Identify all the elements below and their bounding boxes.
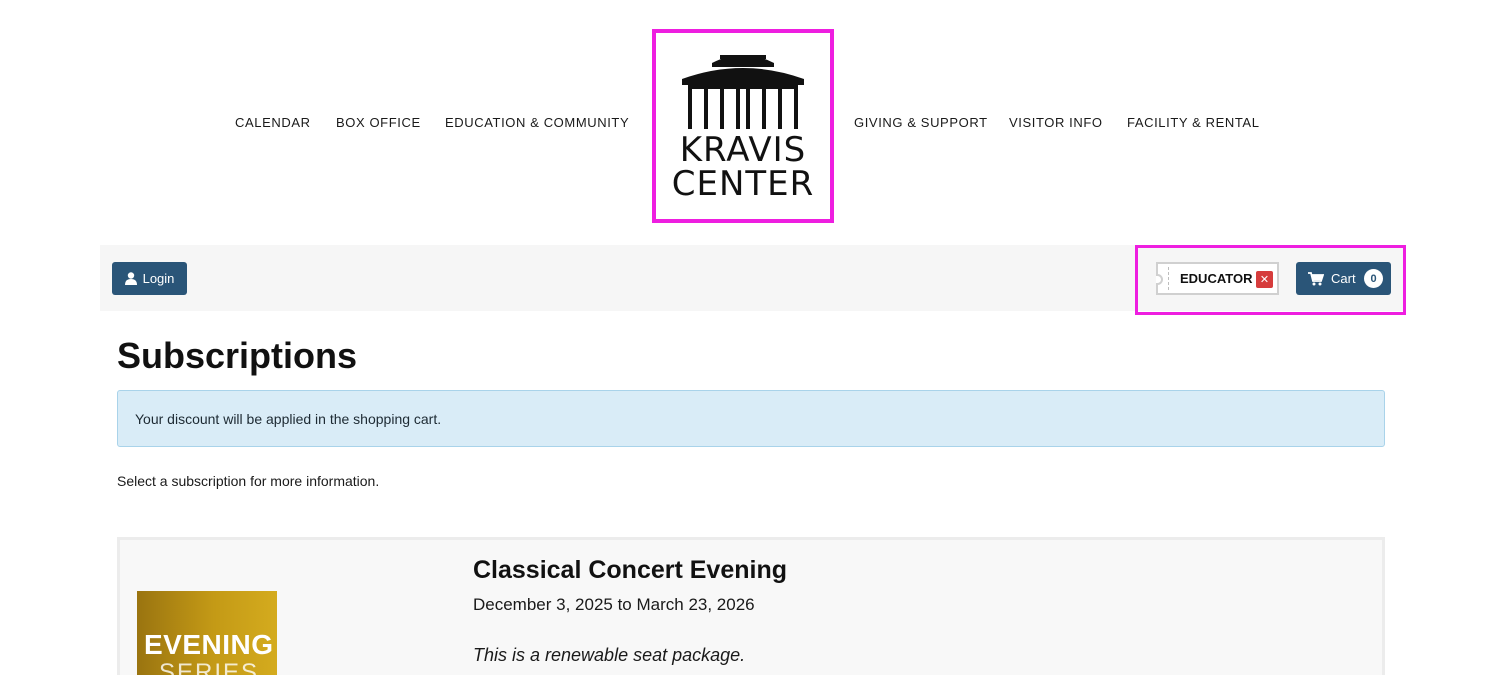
cart-label: Cart xyxy=(1331,271,1356,286)
login-button[interactable]: Login xyxy=(112,262,187,295)
cart-button[interactable]: Cart 0 xyxy=(1296,262,1391,295)
nav-facility-rental[interactable]: FACILITY & RENTAL xyxy=(1127,115,1260,130)
user-icon xyxy=(124,272,137,285)
login-label: Login xyxy=(142,271,175,286)
subscription-image-line2: SERIES xyxy=(159,659,260,675)
promo-code-label: EDUCATOR xyxy=(1180,271,1253,286)
ticket-perforation xyxy=(1168,267,1169,290)
subscription-image-line1: EVENING xyxy=(144,629,274,660)
theater-building-icon xyxy=(682,55,804,129)
logo-text-line1: KRAVIS xyxy=(679,130,807,170)
nav-education-community[interactable]: EDUCATION & COMMUNITY xyxy=(445,115,629,130)
nav-calendar[interactable]: CALENDAR xyxy=(235,115,311,130)
subscription-note: This is a renewable seat package. xyxy=(473,645,746,665)
cart-count-badge: 0 xyxy=(1364,269,1383,288)
discount-alert-text: Your discount will be applied in the sho… xyxy=(135,410,442,427)
nav-box-office[interactable]: BOX OFFICE xyxy=(336,115,421,130)
site-logo[interactable]: KRAVIS CENTER xyxy=(652,29,834,223)
nav-visitor-info[interactable]: VISITOR INFO xyxy=(1009,115,1103,130)
promo-code-tag: EDUCATOR ✕ xyxy=(1156,262,1279,295)
logo-text-line2: CENTER xyxy=(671,164,815,204)
helper-text: Select a subscription for more informati… xyxy=(117,473,380,489)
close-icon[interactable]: ✕ xyxy=(1256,271,1273,288)
cart-icon xyxy=(1308,271,1324,285)
discount-alert: Your discount will be applied in the sho… xyxy=(117,390,1385,447)
subscription-image[interactable]: EVENING SERIES xyxy=(137,591,277,675)
ticket-notch xyxy=(1156,274,1163,285)
subscription-title[interactable]: Classical Concert Evening xyxy=(473,556,787,585)
subscription-dates: December 3, 2025 to March 23, 2026 xyxy=(473,595,755,614)
page-title: Subscriptions xyxy=(117,335,358,376)
nav-giving-support[interactable]: GIVING & SUPPORT xyxy=(854,115,988,130)
